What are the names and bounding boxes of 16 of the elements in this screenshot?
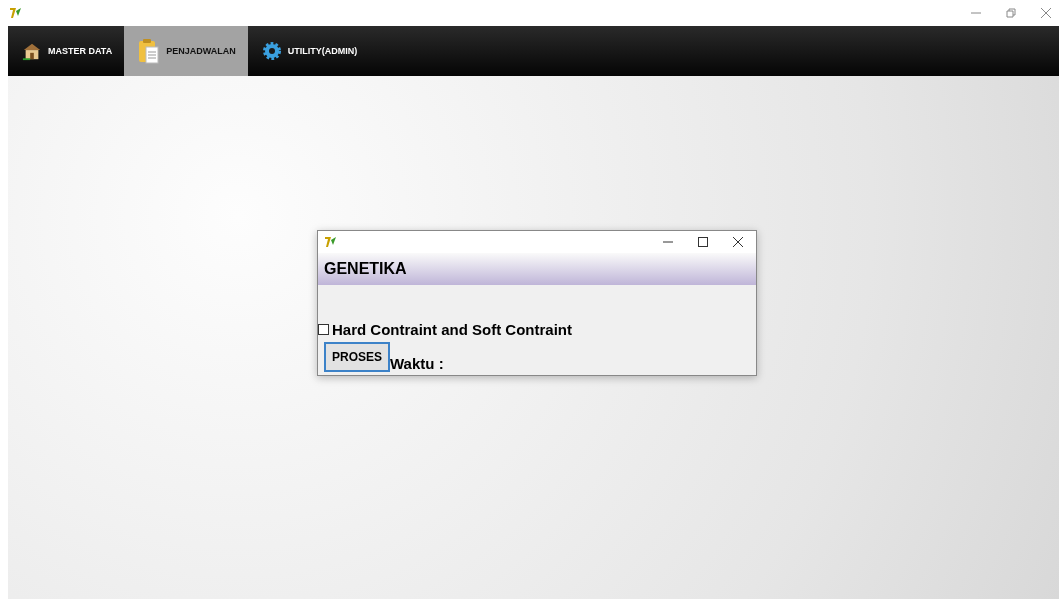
menu-tab[interactable]: PENJADWALAN bbox=[124, 26, 248, 76]
close-icon[interactable] bbox=[733, 237, 743, 247]
app-logo-icon bbox=[9, 7, 23, 19]
time-label: Waktu : bbox=[390, 355, 444, 372]
menu-tab[interactable]: MASTER DATA bbox=[8, 26, 125, 76]
gear-icon bbox=[261, 41, 282, 61]
app-logo-icon bbox=[324, 236, 338, 248]
maximize-icon[interactable] bbox=[698, 237, 708, 247]
clipboard-icon bbox=[138, 38, 161, 64]
dialog-header: GENETIKA bbox=[318, 253, 756, 285]
proses-button[interactable]: PROSES bbox=[324, 342, 390, 372]
checkbox-label: Hard Contraint and Soft Contraint bbox=[332, 321, 572, 338]
restore-icon[interactable] bbox=[1006, 8, 1016, 18]
menu-tab[interactable]: UTILITY(ADMIN) bbox=[247, 26, 370, 76]
checkbox[interactable] bbox=[318, 324, 329, 335]
house-icon bbox=[22, 41, 42, 61]
